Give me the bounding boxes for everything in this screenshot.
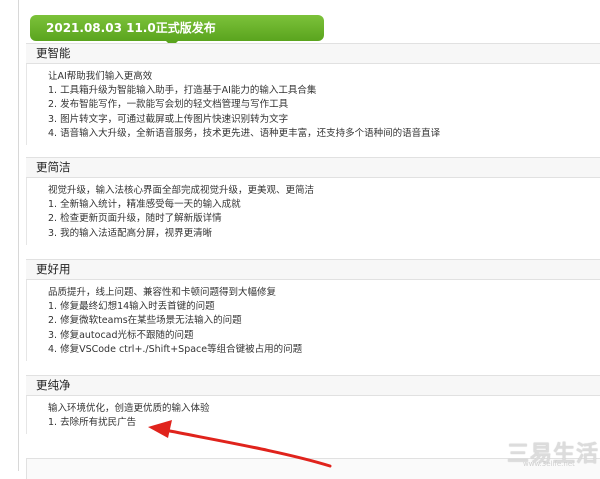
watermark-logo: 三易生活 www.3elife.net: [507, 436, 599, 470]
release-banner: 2021.08.03 11.0正式版发布: [30, 15, 324, 41]
list-item: 2. 发布智能写作，一款能写会划的轻文档管理与写作工具: [48, 99, 289, 111]
section-simpler: 更简洁 视觉升级，输入法核心界面全部完成视觉升级，更美观、更简洁 1. 全新输入…: [26, 157, 600, 245]
list-item: 4. 语音输入大升级，全新语音服务，技术更先进、语种更丰富，还支持多个语种间的语…: [48, 127, 441, 139]
list-item: 1. 修复最终幻想14输入时丢首键的问题: [48, 301, 215, 313]
section-cleaner: 更纯净 输入环境优化，创造更优质的输入体验 1. 去除所有扰民广告: [26, 375, 600, 435]
section-body: 让AI帮助我们输入更高效 1. 工具箱升级为智能输入助手，打造基于AI能力的输入…: [26, 64, 600, 146]
section-body: 品质提升，线上问题、兼容性和卡顿问题得到大幅修复 1. 修复最终幻想14输入时丢…: [26, 280, 600, 362]
section-intro: 品质提升，线上问题、兼容性和卡顿问题得到大幅修复: [48, 287, 277, 298]
list-item: 3. 修复autocad光标不跟随的问题: [48, 329, 194, 341]
section-body: 输入环境优化，创造更优质的输入体验 1. 去除所有扰民广告: [26, 396, 600, 435]
section-intro: 让AI帮助我们输入更高效: [48, 71, 153, 82]
list-item: 2. 修复微软teams在某些场景无法输入的问题: [48, 315, 242, 327]
section-heading: 更简洁: [26, 157, 600, 178]
section-heading: 更好用: [26, 259, 600, 280]
section-smarter: 更智能 让AI帮助我们输入更高效 1. 工具箱升级为智能输入助手，打造基于AI能…: [26, 43, 600, 146]
list-item: 1. 全新输入统计，精准感受每一天的输入成就: [48, 199, 241, 211]
section-heading: 更智能: [26, 43, 600, 64]
section-better: 更好用 品质提升，线上问题、兼容性和卡顿问题得到大幅修复 1. 修复最终幻想14…: [26, 259, 600, 362]
list-item: 3. 我的输入法适配高分屏，视界更清晰: [48, 227, 213, 239]
watermark-url: www.3elife.net: [523, 460, 575, 468]
section-intro: 输入环境优化，创造更优质的输入体验: [48, 403, 210, 414]
list-item: 4. 修复VSCode ctrl+./Shift+Space等组合键被占用的问题: [48, 343, 303, 355]
list-item: 1. 去除所有扰民广告: [48, 417, 137, 429]
section-intro: 视觉升级，输入法核心界面全部完成视觉升级，更美观、更简洁: [48, 185, 315, 196]
list-item: 3. 图片转文字，可通过截屏或上传图片快速识别转为文字: [48, 113, 289, 125]
section-body: 视觉升级，输入法核心界面全部完成视觉升级，更美观、更简洁 1. 全新输入统计，精…: [26, 178, 600, 245]
list-item: 2. 检查更新页面升级，随时了解新版详情: [48, 213, 222, 225]
section-heading: 更纯净: [26, 375, 600, 396]
list-item: 1. 工具箱升级为智能输入助手，打造基于AI能力的输入工具合集: [48, 85, 317, 97]
